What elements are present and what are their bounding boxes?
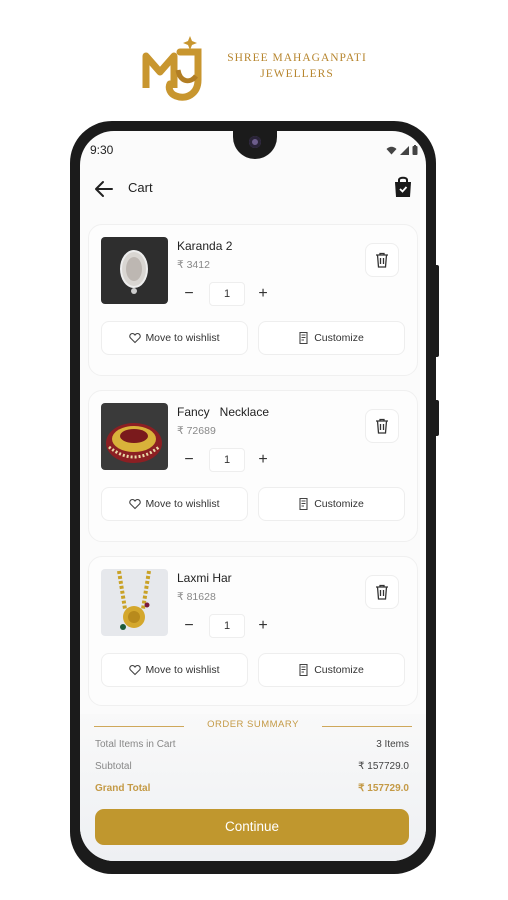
- product-image[interactable]: [101, 237, 168, 304]
- subtotal-label: Subtotal: [95, 761, 132, 772]
- edit-document-icon: [299, 332, 308, 344]
- product-name[interactable]: Karanda 2: [177, 239, 232, 253]
- grand-total-value: ₹ 157729.0: [358, 783, 409, 794]
- edit-document-icon: [299, 664, 308, 676]
- divider: [322, 726, 412, 727]
- decrease-quantity-button[interactable]: −: [181, 450, 197, 470]
- brand-logo: [142, 36, 202, 101]
- wishlist-icon: [129, 664, 142, 676]
- page-title: Cart: [128, 180, 153, 195]
- cart-list: Karanda 2 ₹ 3412 − 1 + Move to wishlist: [88, 224, 418, 720]
- brand-name-line1: SHREE MAHAGANPATI: [227, 52, 367, 64]
- trash-icon: [376, 252, 388, 268]
- battery-icon: [412, 145, 418, 155]
- wishlist-label: Move to wishlist: [145, 664, 220, 676]
- shopping-bag-icon[interactable]: [392, 175, 414, 199]
- item-actions: Move to wishlist Customize: [101, 321, 405, 355]
- product-price: ₹ 72689: [177, 425, 216, 437]
- camera-notch: [233, 131, 277, 159]
- item-actions: Move to wishlist Customize: [101, 653, 405, 687]
- trash-icon: [376, 418, 388, 434]
- edit-document-icon: [299, 498, 308, 510]
- customize-label: Customize: [314, 664, 364, 676]
- quantity-value[interactable]: 1: [209, 614, 245, 638]
- customize-button[interactable]: Customize: [258, 653, 405, 687]
- quantity-stepper: − 1 +: [181, 614, 271, 638]
- order-summary: ORDER SUMMARY Total Items in Cart 3 Item…: [80, 714, 426, 861]
- grand-total-row: Grand Total ₹ 157729.0: [95, 783, 409, 794]
- move-to-wishlist-button[interactable]: Move to wishlist: [101, 653, 248, 687]
- decrease-quantity-button[interactable]: −: [181, 616, 197, 636]
- item-actions: Move to wishlist Customize: [101, 487, 405, 521]
- cart-item-card: Laxmi Har ₹ 81628 − 1 + Move to wishlist: [88, 556, 418, 706]
- product-image[interactable]: [101, 569, 168, 636]
- wishlist-icon: [129, 332, 142, 344]
- subtotal-value: ₹ 157729.0: [358, 761, 409, 772]
- increase-quantity-button[interactable]: +: [255, 284, 271, 304]
- cart-item-card: Karanda 2 ₹ 3412 − 1 + Move to wishlist: [88, 224, 418, 376]
- phone-screen: 9:30 Cart Karanda 2 ₹ 3412 − 1 + Move to…: [80, 131, 426, 861]
- customize-label: Customize: [314, 332, 364, 344]
- brand-name-line2: JEWELLERS: [260, 68, 334, 80]
- move-to-wishlist-button[interactable]: Move to wishlist: [101, 321, 248, 355]
- product-price: ₹ 3412: [177, 259, 210, 271]
- quantity-stepper: − 1 +: [181, 282, 271, 306]
- wishlist-icon: [129, 498, 142, 510]
- status-time: 9:30: [90, 143, 114, 157]
- wishlist-label: Move to wishlist: [145, 498, 220, 510]
- brand-name: SHREE MAHAGANPATI JEWELLERS: [212, 50, 382, 82]
- continue-button[interactable]: Continue: [95, 809, 409, 845]
- signal-icon: [400, 145, 409, 155]
- quantity-value[interactable]: 1: [209, 448, 245, 472]
- increase-quantity-button[interactable]: +: [255, 616, 271, 636]
- total-items-value: 3 Items: [376, 739, 409, 750]
- customize-button[interactable]: Customize: [258, 487, 405, 521]
- wifi-icon: [386, 146, 397, 154]
- product-name[interactable]: Laxmi Har: [177, 571, 232, 585]
- product-price: ₹ 81628: [177, 591, 216, 603]
- brand-header: SHREE MAHAGANPATI JEWELLERS: [140, 30, 380, 105]
- quantity-stepper: − 1 +: [181, 448, 271, 472]
- move-to-wishlist-button[interactable]: Move to wishlist: [101, 487, 248, 521]
- delete-item-button[interactable]: [365, 575, 399, 609]
- wishlist-label: Move to wishlist: [145, 332, 220, 344]
- app-bar: Cart: [80, 171, 426, 207]
- product-name[interactable]: Fancy Necklace: [177, 405, 269, 419]
- decrease-quantity-button[interactable]: −: [181, 284, 197, 304]
- product-image[interactable]: [101, 403, 168, 470]
- delete-item-button[interactable]: [365, 409, 399, 443]
- quantity-value[interactable]: 1: [209, 282, 245, 306]
- cart-item-card: Fancy Necklace ₹ 72689 − 1 + Move to wis…: [88, 390, 418, 542]
- customize-label: Customize: [314, 498, 364, 510]
- delete-item-button[interactable]: [365, 243, 399, 277]
- front-camera: [249, 136, 261, 148]
- grand-total-label: Grand Total: [95, 783, 151, 794]
- order-summary-title: ORDER SUMMARY: [207, 719, 299, 730]
- order-summary-header: ORDER SUMMARY: [94, 719, 412, 733]
- customize-button[interactable]: Customize: [258, 321, 405, 355]
- subtotal-row: Subtotal ₹ 157729.0: [95, 761, 409, 772]
- increase-quantity-button[interactable]: +: [255, 450, 271, 470]
- status-icons: [386, 145, 418, 155]
- trash-icon: [376, 584, 388, 600]
- total-items-row: Total Items in Cart 3 Items: [95, 739, 409, 750]
- arrow-left-icon[interactable]: [92, 177, 116, 201]
- total-items-label: Total Items in Cart: [95, 739, 176, 750]
